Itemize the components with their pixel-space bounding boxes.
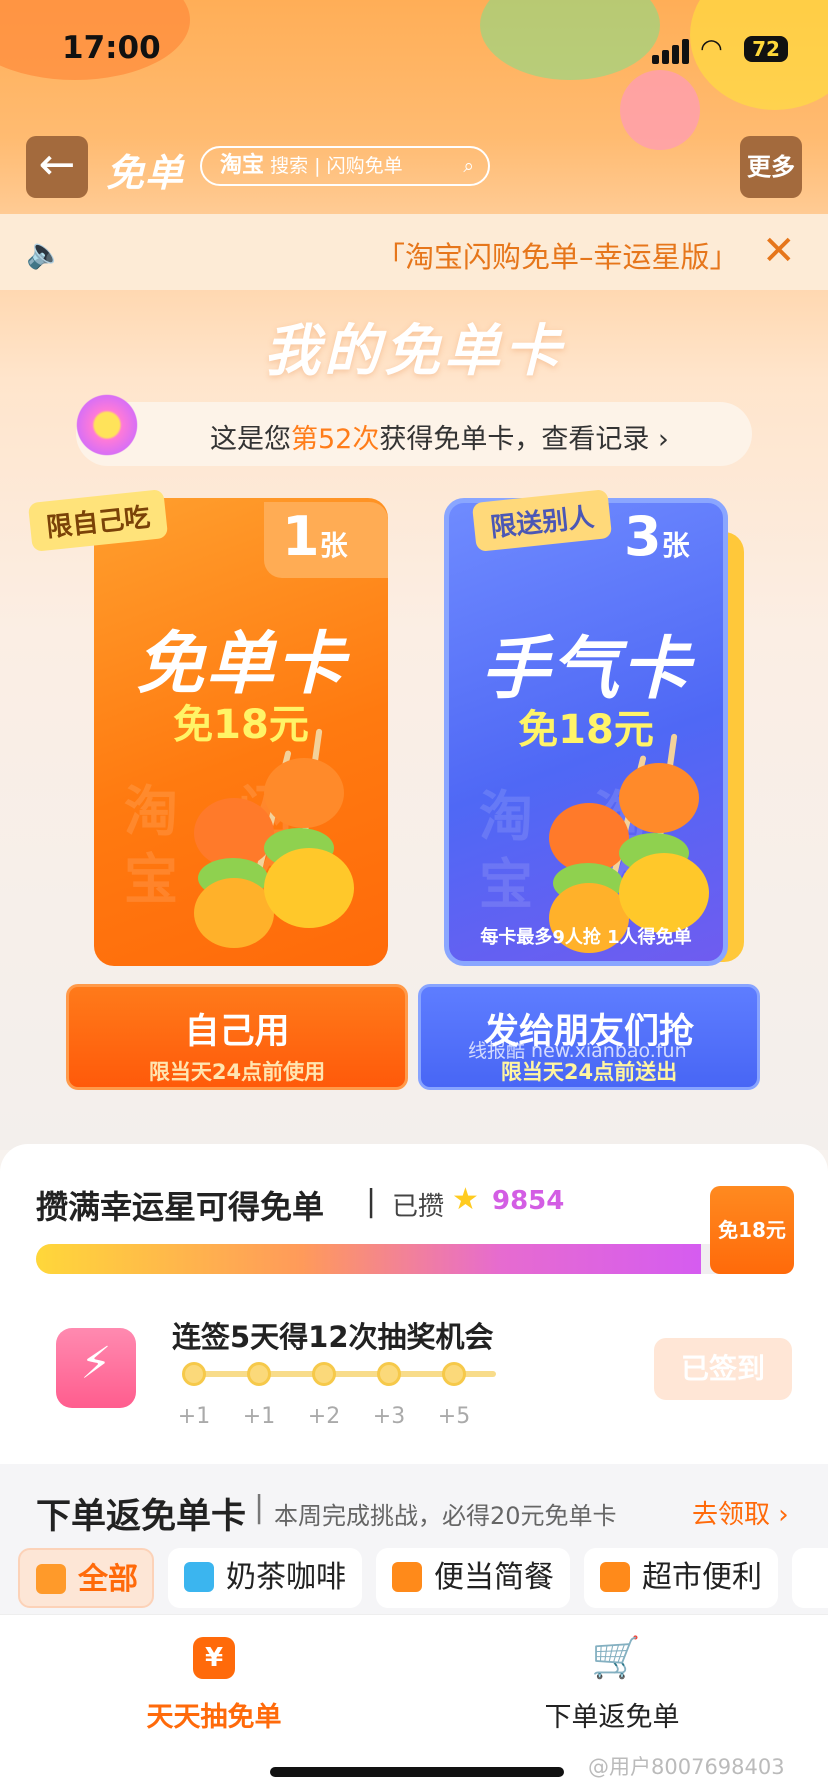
button-label: 自己用: [184, 1012, 290, 1052]
progress-fill: [36, 1244, 702, 1274]
category-label: 超市便利: [642, 1560, 762, 1595]
cart-icon: 🛒: [591, 1635, 641, 1681]
signin-dot: [182, 1362, 206, 1386]
signed-button[interactable]: 已签到: [654, 1338, 792, 1400]
nav-bar: ← 免单 淘宝 搜索 | 闪购免单 ⌕ 更多: [0, 130, 828, 210]
order-title: 下单返免单卡: [36, 1497, 247, 1537]
yen-icon: ¥: [193, 1637, 235, 1679]
bento-icon: [392, 1562, 422, 1592]
button-sub: 限当天24点前使用: [148, 1060, 326, 1084]
search-divider: |: [314, 155, 327, 177]
divider: |: [366, 1184, 377, 1219]
wifi-icon: ◠: [700, 34, 723, 64]
use-self-button[interactable]: 自己用 限当天24点前使用: [66, 984, 408, 1090]
star-count: 9854: [492, 1186, 565, 1216]
speaker-icon: 🔈: [26, 236, 64, 271]
user-watermark: @用户8007698403: [588, 1755, 785, 1779]
signal-icon: [652, 38, 692, 64]
signin-dot: [312, 1362, 336, 1386]
search-label: 搜索: [270, 155, 309, 177]
status-time: 17:00: [62, 30, 161, 66]
card-unit: 张: [319, 529, 348, 562]
search-hint: 闪购免单: [326, 155, 403, 177]
category-all[interactable]: 全部: [18, 1548, 154, 1608]
order-section: 下单返免单卡 | 本周完成挑战，必得20元免单卡 去领取 › 全部 奶茶咖啡 便…: [0, 1464, 828, 1614]
page-title: 免单: [106, 151, 185, 195]
tab-label: 天天抽免单: [146, 1702, 282, 1733]
back-button[interactable]: ←: [26, 136, 88, 198]
category-label: 便当简餐: [434, 1560, 554, 1595]
close-icon[interactable]: ✕: [762, 228, 796, 274]
notice-bar: 🔈 「淘宝闪购免单–幸运星版」 ✕: [0, 214, 828, 290]
search-bar[interactable]: 淘宝 搜索 | 闪购免单 ⌕: [200, 146, 490, 186]
store-icon: [600, 1562, 630, 1592]
lucky-star-panel: 攒满幸运星可得免单 | 已攒 ★ 9854 免18元 ⚡ 连签5天得12次抽奖机…: [0, 1144, 828, 1464]
food-icon: [36, 1564, 66, 1594]
signin-dot: [377, 1362, 401, 1386]
divider: |: [254, 1490, 265, 1525]
category-label: 奶茶咖啡: [226, 1560, 346, 1595]
calendar-icon: ⚡: [56, 1328, 136, 1408]
record-prefix: 这是您: [210, 424, 291, 455]
battery-icon: 72: [744, 36, 788, 62]
card-quantity: 1张: [264, 502, 388, 578]
signin-reward: +2: [307, 1404, 341, 1429]
site-watermark: 线报酷 new.xianbao.fun: [468, 1040, 687, 1062]
claim-link[interactable]: 去领取 ›: [692, 1494, 789, 1531]
search-icon[interactable]: ⌕: [463, 148, 474, 184]
signin-dot: [247, 1362, 271, 1386]
signin-title: 连签5天得12次抽奖机会: [172, 1320, 494, 1354]
bolt-icon: ⚡: [80, 1338, 112, 1389]
section-title: 我的免单卡: [264, 319, 564, 384]
lollipop-icon: [72, 390, 142, 460]
notice-text[interactable]: 「淘宝闪购免单–幸运星版」: [376, 234, 739, 276]
card-note: 每卡最多9人抢 1人得免单: [480, 927, 692, 948]
status-bar: 17:00 ◠ 72: [0, 0, 828, 100]
search-brand: 淘宝: [220, 153, 265, 178]
bottom-tab-bar: ¥ 天天抽免单 🛒 下单返免单 @用户8007698403: [0, 1614, 828, 1792]
card-count: 1: [282, 505, 320, 568]
home-indicator[interactable]: [270, 1767, 564, 1777]
tab-order-rebate[interactable]: 🛒 下单返免单: [462, 1629, 762, 1734]
record-suffix: 获得免单卡，查看记录 ›: [379, 424, 669, 455]
category-label: 全部: [78, 1562, 138, 1597]
category-tea-coffee[interactable]: 奶茶咖啡: [168, 1548, 362, 1608]
tab-label: 下单返免单: [544, 1702, 680, 1733]
category-bento[interactable]: 便当简餐: [376, 1548, 570, 1608]
lucky-progress-bar: [36, 1244, 792, 1274]
tab-daily-draw[interactable]: ¥ 天天抽免单: [64, 1629, 364, 1734]
record-text: 这是您第52次获得免单卡，查看记录 ›: [210, 417, 669, 456]
category-more[interactable]: [792, 1548, 828, 1608]
signin-dot: [442, 1362, 466, 1386]
skewer-image: [509, 733, 709, 953]
lucky-title: 攒满幸运星可得免单: [36, 1188, 325, 1226]
record-count: 第52次: [291, 424, 380, 455]
collected-label: 已攒: [392, 1192, 445, 1222]
skewer-image: [154, 728, 354, 948]
card-unit: 张: [661, 529, 690, 562]
prize-badge[interactable]: 免18元: [710, 1186, 794, 1274]
signin-reward: +3: [372, 1404, 406, 1429]
category-supermarket[interactable]: 超市便利: [584, 1548, 778, 1608]
card-quantity: 3张: [606, 502, 730, 578]
order-desc: 本周完成挑战，必得20元免单卡: [274, 1502, 617, 1530]
signin-reward: +5: [437, 1404, 471, 1429]
drink-icon: [184, 1562, 214, 1592]
signin-reward: +1: [177, 1404, 211, 1429]
record-link[interactable]: 这是您第52次获得免单卡，查看记录 ›: [72, 390, 752, 466]
star-icon: ★: [452, 1182, 479, 1217]
card-count: 3: [624, 505, 662, 568]
more-button[interactable]: 更多: [740, 136, 802, 198]
signin-reward: +1: [242, 1404, 276, 1429]
